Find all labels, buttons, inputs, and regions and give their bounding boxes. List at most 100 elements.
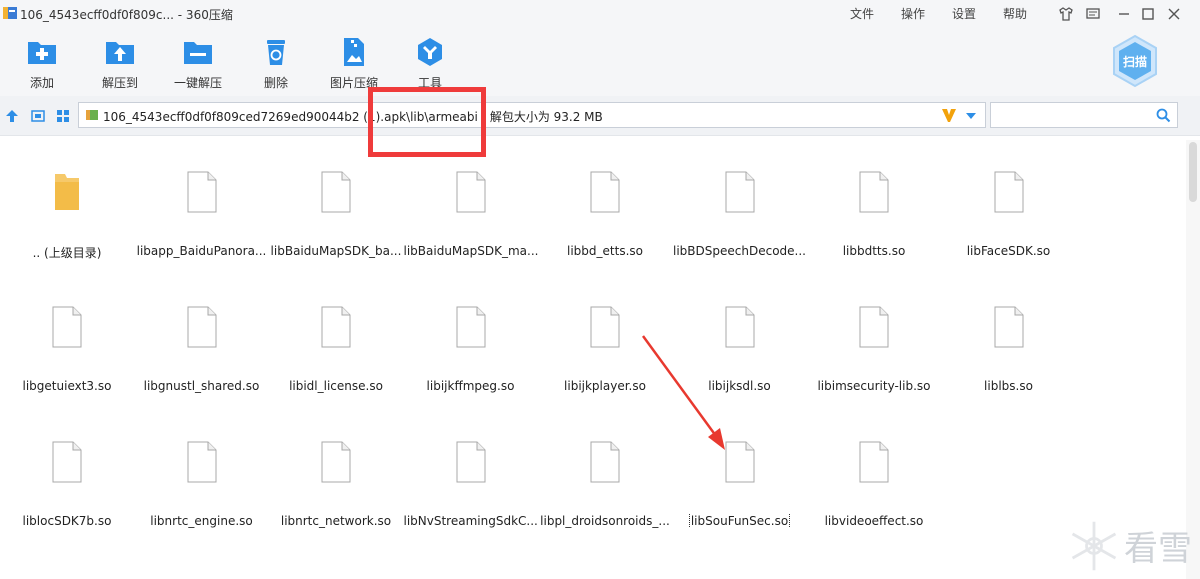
app-icon: [3, 7, 17, 19]
file-icon: [52, 441, 82, 483]
delete-icon: [267, 40, 285, 65]
file-name: libBaiduMapSDK_ba...: [269, 244, 403, 258]
file-name: libgnustl_shared.so: [135, 379, 269, 393]
menu-help[interactable]: 帮助: [1003, 5, 1027, 22]
address-bar: 106_4543ecff0df0f809ced7269ed90044b2 (1)…: [0, 96, 1200, 136]
grid-view-icon[interactable]: [55, 108, 71, 124]
one-click-extract-icon: [184, 42, 212, 64]
file-icon: [859, 171, 889, 213]
file-name: libNvStreamingSdkC...: [404, 514, 538, 528]
up-arrow-icon[interactable]: [4, 108, 20, 124]
file-icon: [859, 306, 889, 348]
scan-button[interactable]: 扫描: [1110, 34, 1160, 88]
file-item[interactable]: libFaceSDK.so: [942, 146, 1076, 266]
file-name: libijksdl.so: [673, 379, 807, 393]
file-name-text: libbd_etts.so: [567, 244, 643, 258]
one-click-extract-button[interactable]: 一键解压: [162, 36, 234, 91]
file-name-text: libijkffmpeg.so: [426, 379, 515, 393]
file-item[interactable]: libijksdl.so: [673, 281, 807, 401]
file-name-text: libpl_droidsonroids_...: [540, 514, 670, 528]
tools-icon: [418, 38, 442, 66]
maximize-icon[interactable]: [1139, 5, 1157, 23]
file-icon: [456, 306, 485, 348]
file-item[interactable]: libgnustl_shared.so: [135, 281, 269, 401]
file-item[interactable]: libvideoeffect.so: [807, 416, 941, 536]
file-item[interactable]: libbd_etts.so: [538, 146, 672, 266]
file-name-text: libNvStreamingSdkC...: [403, 514, 538, 528]
file-item[interactable]: libbdtts.so: [807, 146, 941, 266]
file-name: libnrtc_engine.so: [135, 514, 269, 528]
search-icon[interactable]: [1156, 108, 1171, 123]
file-name-text: libapp_BaiduPanora...: [136, 244, 267, 258]
delete-label: 删除: [263, 76, 288, 90]
file-name: libijkplayer.so: [538, 379, 672, 393]
file-item[interactable]: libBaiduMapSDK_ba...: [269, 146, 403, 266]
delete-button[interactable]: 删除: [240, 36, 312, 91]
file-name-text: libgnustl_shared.so: [143, 379, 260, 393]
close-icon[interactable]: [1165, 5, 1183, 23]
archive-icon: [86, 110, 98, 120]
file-name: libimsecurity-lib.so: [807, 379, 941, 393]
file-item[interactable]: liblbs.so: [942, 281, 1076, 401]
file-item[interactable]: libpl_droidsonroids_...: [538, 416, 672, 536]
file-item[interactable]: libBaiduMapSDK_ma...: [404, 146, 538, 266]
extract-to-icon: [106, 42, 134, 64]
chevron-down-icon[interactable]: [965, 111, 977, 121]
menu-file[interactable]: 文件: [850, 5, 874, 22]
file-item[interactable]: libBDSpeechDecode...: [673, 146, 807, 266]
file-icon: [725, 171, 754, 213]
file-icon: [321, 306, 351, 348]
image-compress-button[interactable]: 图片压缩: [318, 36, 390, 91]
search-input[interactable]: [995, 106, 1145, 124]
file-name-text: libBaiduMapSDK_ma...: [403, 244, 538, 258]
file-item[interactable]: libijkplayer.so: [538, 281, 672, 401]
file-icon: [590, 171, 620, 213]
file-name-text: libSouFunSec.so: [688, 514, 791, 528]
file-icon: [456, 171, 485, 213]
feedback-icon[interactable]: [1084, 5, 1102, 23]
snowflake-icon: [1071, 521, 1117, 571]
window-title: 106_4543ecff0df0f809c... - 360压缩: [20, 8, 233, 22]
parent-folder-item[interactable]: .. (上级目录): [0, 146, 134, 266]
file-item[interactable]: libnrtc_network.so: [269, 416, 403, 536]
file-item[interactable]: libgetuiext3.so: [0, 281, 134, 401]
search-box[interactable]: [990, 102, 1178, 128]
file-name: .. (上级目录): [0, 244, 134, 261]
path-field[interactable]: 106_4543ecff0df0f809ced7269ed90044b2 (1)…: [78, 102, 986, 128]
file-item[interactable]: liblocSDK7b.so: [0, 416, 134, 536]
file-icon: [994, 306, 1023, 348]
file-name-text: liblbs.so: [984, 379, 1033, 393]
file-item[interactable]: libimsecurity-lib.so: [807, 281, 941, 401]
add-label: 添加: [29, 76, 54, 90]
menu-settings[interactable]: 设置: [952, 5, 976, 22]
file-name-text: .. (上级目录): [32, 246, 102, 260]
v-logo-icon[interactable]: [939, 105, 959, 125]
file-name: liblocSDK7b.so: [0, 514, 134, 528]
file-name-text: libnrtc_network.so: [280, 514, 392, 528]
add-button[interactable]: 添加: [6, 36, 78, 91]
list-view-icon[interactable]: [30, 108, 46, 124]
folder-icon: [55, 174, 79, 210]
one-click-extract-label: 一键解压: [173, 76, 222, 90]
file-name: libFaceSDK.so: [942, 244, 1076, 258]
file-name: libBaiduMapSDK_ma...: [404, 244, 538, 258]
file-item[interactable]: libSouFunSec.so: [673, 416, 807, 536]
file-name-text: libidl_license.so: [289, 379, 383, 393]
file-icon: [590, 441, 620, 483]
file-item[interactable]: libapp_BaiduPanora...: [135, 146, 269, 266]
file-name-text: libijkplayer.so: [564, 379, 646, 393]
file-item[interactable]: libijkffmpeg.so: [404, 281, 538, 401]
menu-operation[interactable]: 操作: [901, 5, 925, 22]
tools-button[interactable]: 工具: [394, 36, 466, 91]
extract-to-button[interactable]: 解压到: [84, 36, 156, 91]
minimize-icon[interactable]: [1115, 5, 1133, 23]
scrollbar-thumb[interactable]: [1189, 142, 1197, 202]
file-item[interactable]: libNvStreamingSdkC...: [404, 416, 538, 536]
file-name: libgetuiext3.so: [0, 379, 134, 393]
skin-icon[interactable]: [1057, 5, 1075, 23]
file-name-text: libnrtc_engine.so: [150, 514, 253, 528]
highlight-box: [368, 87, 486, 157]
file-item[interactable]: libnrtc_engine.so: [135, 416, 269, 536]
file-item[interactable]: libidl_license.so: [269, 281, 403, 401]
scrollbar-track[interactable]: [1186, 140, 1200, 579]
